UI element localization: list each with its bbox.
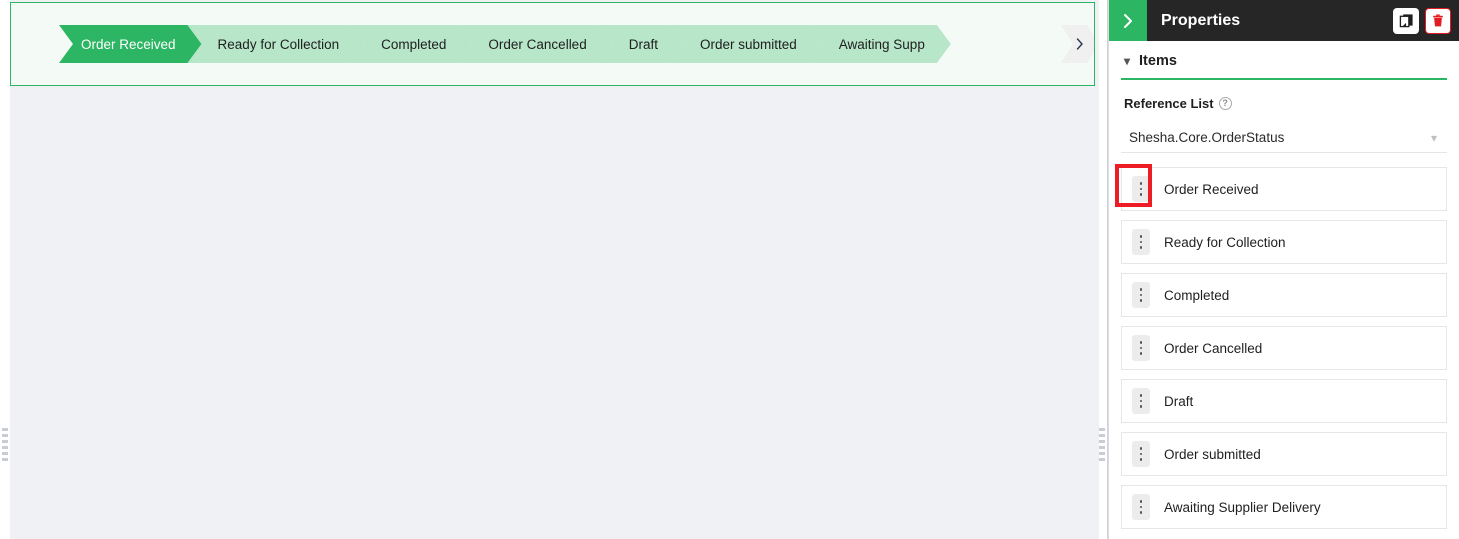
handle-dot [1139,458,1143,461]
handle-dot [1139,511,1143,514]
items-list: Order Received Ready for Collection Comp… [1115,164,1447,529]
handle-dot [1139,193,1143,196]
chevron-step-label: Awaiting Supp [838,36,925,52]
chevron-step-order-received[interactable]: Order Received [59,25,202,63]
chevron-step-label: Order Received [81,36,176,52]
app-root: Order Received Ready for Collection Comp… [0,0,1459,539]
list-item[interactable]: Awaiting Supplier Delivery [1121,485,1447,529]
list-item[interactable]: Draft [1121,379,1447,423]
chevron-down-icon: ▾ [1124,54,1131,68]
section-divider [1121,78,1447,80]
handle-dot [1139,299,1143,302]
chevron-step-label: Order submitted [699,36,797,52]
handle-dot [1139,399,1143,403]
section-title: Items [1139,53,1177,69]
list-item[interactable]: Completed [1121,273,1447,317]
drag-handle-icon[interactable] [1132,282,1150,308]
chevron-step-label: Ready for Collection [217,36,340,52]
chevron-step-order-cancelled[interactable]: Order Cancelled [458,25,612,63]
handle-dot [1139,405,1143,408]
list-item-label: Draft [1164,393,1194,409]
status-chevron-bar: Order Received Ready for Collection Comp… [59,25,951,63]
grip-dot [1101,458,1105,461]
chevron-step-ready-for-collection[interactable]: Ready for Collection [188,25,366,63]
canvas-resize-grip-left[interactable] [0,428,9,464]
list-item[interactable]: Ready for Collection [1121,220,1447,264]
handle-dot [1139,240,1143,244]
reference-list-label: Reference List [1124,96,1214,111]
selected-widget-container[interactable]: Order Received Ready for Collection Comp… [10,2,1095,86]
list-item-label: Order submitted [1164,446,1261,462]
handle-dot [1139,346,1143,350]
drag-handle-icon[interactable] [1132,335,1150,361]
properties-body: ▾ Items Reference List ? Shesha.Core.Ord… [1109,41,1459,529]
handle-dot [1139,288,1143,291]
copy-icon [1399,14,1413,28]
drag-handle-icon[interactable] [1132,229,1150,255]
chevron-right-icon [1076,38,1084,50]
properties-header: Properties [1109,0,1459,41]
list-item[interactable]: Order Received [1115,164,1447,211]
duplicate-button[interactable] [1393,7,1419,34]
designer-canvas: Order Received Ready for Collection Comp… [0,0,1108,539]
grip-dot [4,446,8,449]
page-title: Properties [1161,11,1241,29]
canvas-resize-grip-right[interactable] [1097,428,1106,464]
list-item-label: Completed [1164,287,1230,303]
grip-dot [4,428,8,431]
handle-dot [1139,246,1143,249]
grip-dot [1101,434,1105,437]
handle-dot [1139,341,1143,344]
drag-handle-icon[interactable] [1132,494,1150,520]
reference-list-label-group: Reference List ? [1124,96,1447,111]
handle-dot [1139,182,1143,185]
chevron-step-completed[interactable]: Completed [351,25,472,63]
chevron-step-label: Completed [381,36,447,52]
list-item-label: Order Received [1164,181,1259,197]
chevron-scroll-right-button[interactable] [1061,25,1095,63]
drag-handle-icon[interactable] [1132,176,1150,202]
grip-dot [4,440,8,443]
reference-list-selected-value: Shesha.Core.OrderStatus [1129,130,1285,145]
grip-dot [1101,440,1105,443]
handle-dot [1139,352,1143,355]
handle-dot [1139,452,1143,456]
question-circle-icon[interactable]: ? [1218,97,1232,110]
grip-dot [4,434,8,437]
chevron-step-awaiting-supplier[interactable]: Awaiting Supp [809,25,951,63]
panel-collapse-button[interactable] [1109,0,1147,41]
chevron-down-icon: ▾ [1430,130,1437,145]
chevron-step-order-submitted[interactable]: Order submitted [670,25,823,63]
header-actions [1393,7,1451,34]
properties-panel: Properties ▾ Items Reference List ? Shes… [1108,0,1459,539]
handle-dot [1139,505,1143,509]
handle-dot [1139,394,1143,397]
chevron-right-icon [1124,13,1132,28]
handle-dot [1139,500,1143,503]
grip-dot [1101,452,1105,455]
trash-icon [1433,13,1443,26]
handle-dot [1139,187,1143,191]
chevron-step-label: Order Cancelled [488,36,587,52]
chevron-step-label: Draft [628,36,658,52]
list-item[interactable]: Order Cancelled [1121,326,1447,370]
handle-dot [1139,447,1143,450]
drag-handle-icon[interactable] [1132,388,1150,414]
grip-dot [4,452,8,455]
list-item-label: Awaiting Supplier Delivery [1164,499,1321,515]
handle-dot [1139,293,1143,297]
grip-dot [1101,446,1105,449]
reference-list-select[interactable]: Shesha.Core.OrderStatus ▾ [1121,123,1447,153]
section-header-items[interactable]: ▾ Items [1121,41,1447,78]
list-item[interactable]: Order submitted [1121,432,1447,476]
delete-button[interactable] [1425,7,1451,34]
grip-dot [4,458,8,461]
grip-dot [1101,428,1105,431]
list-item-label: Ready for Collection [1164,234,1286,250]
list-item-label: Order Cancelled [1164,340,1263,356]
drag-handle-icon[interactable] [1132,441,1150,467]
handle-dot [1139,235,1143,238]
